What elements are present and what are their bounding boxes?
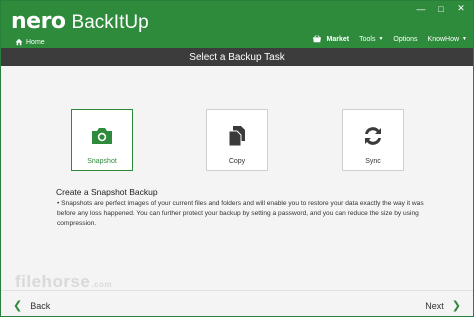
task-tile-sync[interactable]: Sync (342, 109, 404, 171)
chevron-right-icon: ❯ (451, 300, 461, 312)
options-label: Options (393, 35, 418, 43)
chevron-down-icon: ▼ (378, 36, 384, 42)
page-title: Select a Backup Task (189, 51, 285, 63)
knowhow-label: KnowHow (427, 35, 460, 43)
close-button[interactable]: ✕ (455, 3, 467, 14)
knowhow-menu[interactable]: KnowHow ▼ (428, 36, 467, 43)
watermark-logo: filehorse .com (15, 272, 112, 292)
footer-bar: ❮ Back Next ❯ (1, 290, 473, 316)
app-window: nero BackItUp Home — □ ✕ Market Tools ▼ … (0, 0, 474, 317)
next-label: Next (425, 300, 444, 311)
market-menu[interactable]: Market (312, 35, 350, 43)
window-controls: — □ ✕ (415, 3, 467, 14)
minimize-button[interactable]: — (415, 3, 427, 14)
chevron-down-icon: ▼ (462, 36, 467, 42)
chevron-left-icon: ❮ (13, 300, 23, 312)
task-tile-snapshot[interactable]: Snapshot (71, 109, 133, 171)
next-button[interactable]: Next ❯ (425, 299, 461, 312)
restore-button[interactable]: □ (435, 3, 447, 14)
market-label: Market (326, 35, 350, 43)
watermark-suffix: .com (91, 280, 113, 289)
main-content: Snapshot Copy Sync Create a Snapshot Bac… (1, 66, 473, 290)
tools-menu[interactable]: Tools ▼ (359, 36, 383, 43)
tools-label: Tools (359, 35, 376, 43)
task-label: Copy (228, 158, 246, 165)
back-button[interactable]: ❮ Back (13, 299, 50, 312)
task-label: Sync (365, 158, 381, 165)
task-label: Snapshot (87, 158, 117, 165)
home-link[interactable]: Home (15, 37, 45, 47)
sync-icon (365, 127, 381, 145)
back-label: Back (30, 300, 51, 311)
app-logo: nero BackItUp (11, 9, 149, 35)
top-menu: Market Tools ▼ Options KnowHow ▼ (302, 35, 467, 43)
options-menu[interactable]: Options (393, 36, 417, 43)
home-label: Home (26, 38, 45, 46)
description-title: Create a Snapshot Backup (56, 187, 158, 197)
camera-icon (92, 128, 112, 144)
watermark-text: filehorse (15, 272, 91, 291)
product-name: BackItUp (71, 12, 149, 33)
brand-name: nero (11, 9, 66, 34)
description-body: • Snapshots are perfect images of your c… (57, 200, 424, 227)
copy-icon (228, 126, 245, 147)
basket-icon (312, 35, 321, 43)
task-tile-copy[interactable]: Copy (206, 109, 268, 171)
page-title-bar: Select a Backup Task (1, 48, 473, 66)
header-bar: nero BackItUp Home — □ ✕ Market Tools ▼ … (1, 1, 473, 48)
home-icon (15, 38, 23, 46)
